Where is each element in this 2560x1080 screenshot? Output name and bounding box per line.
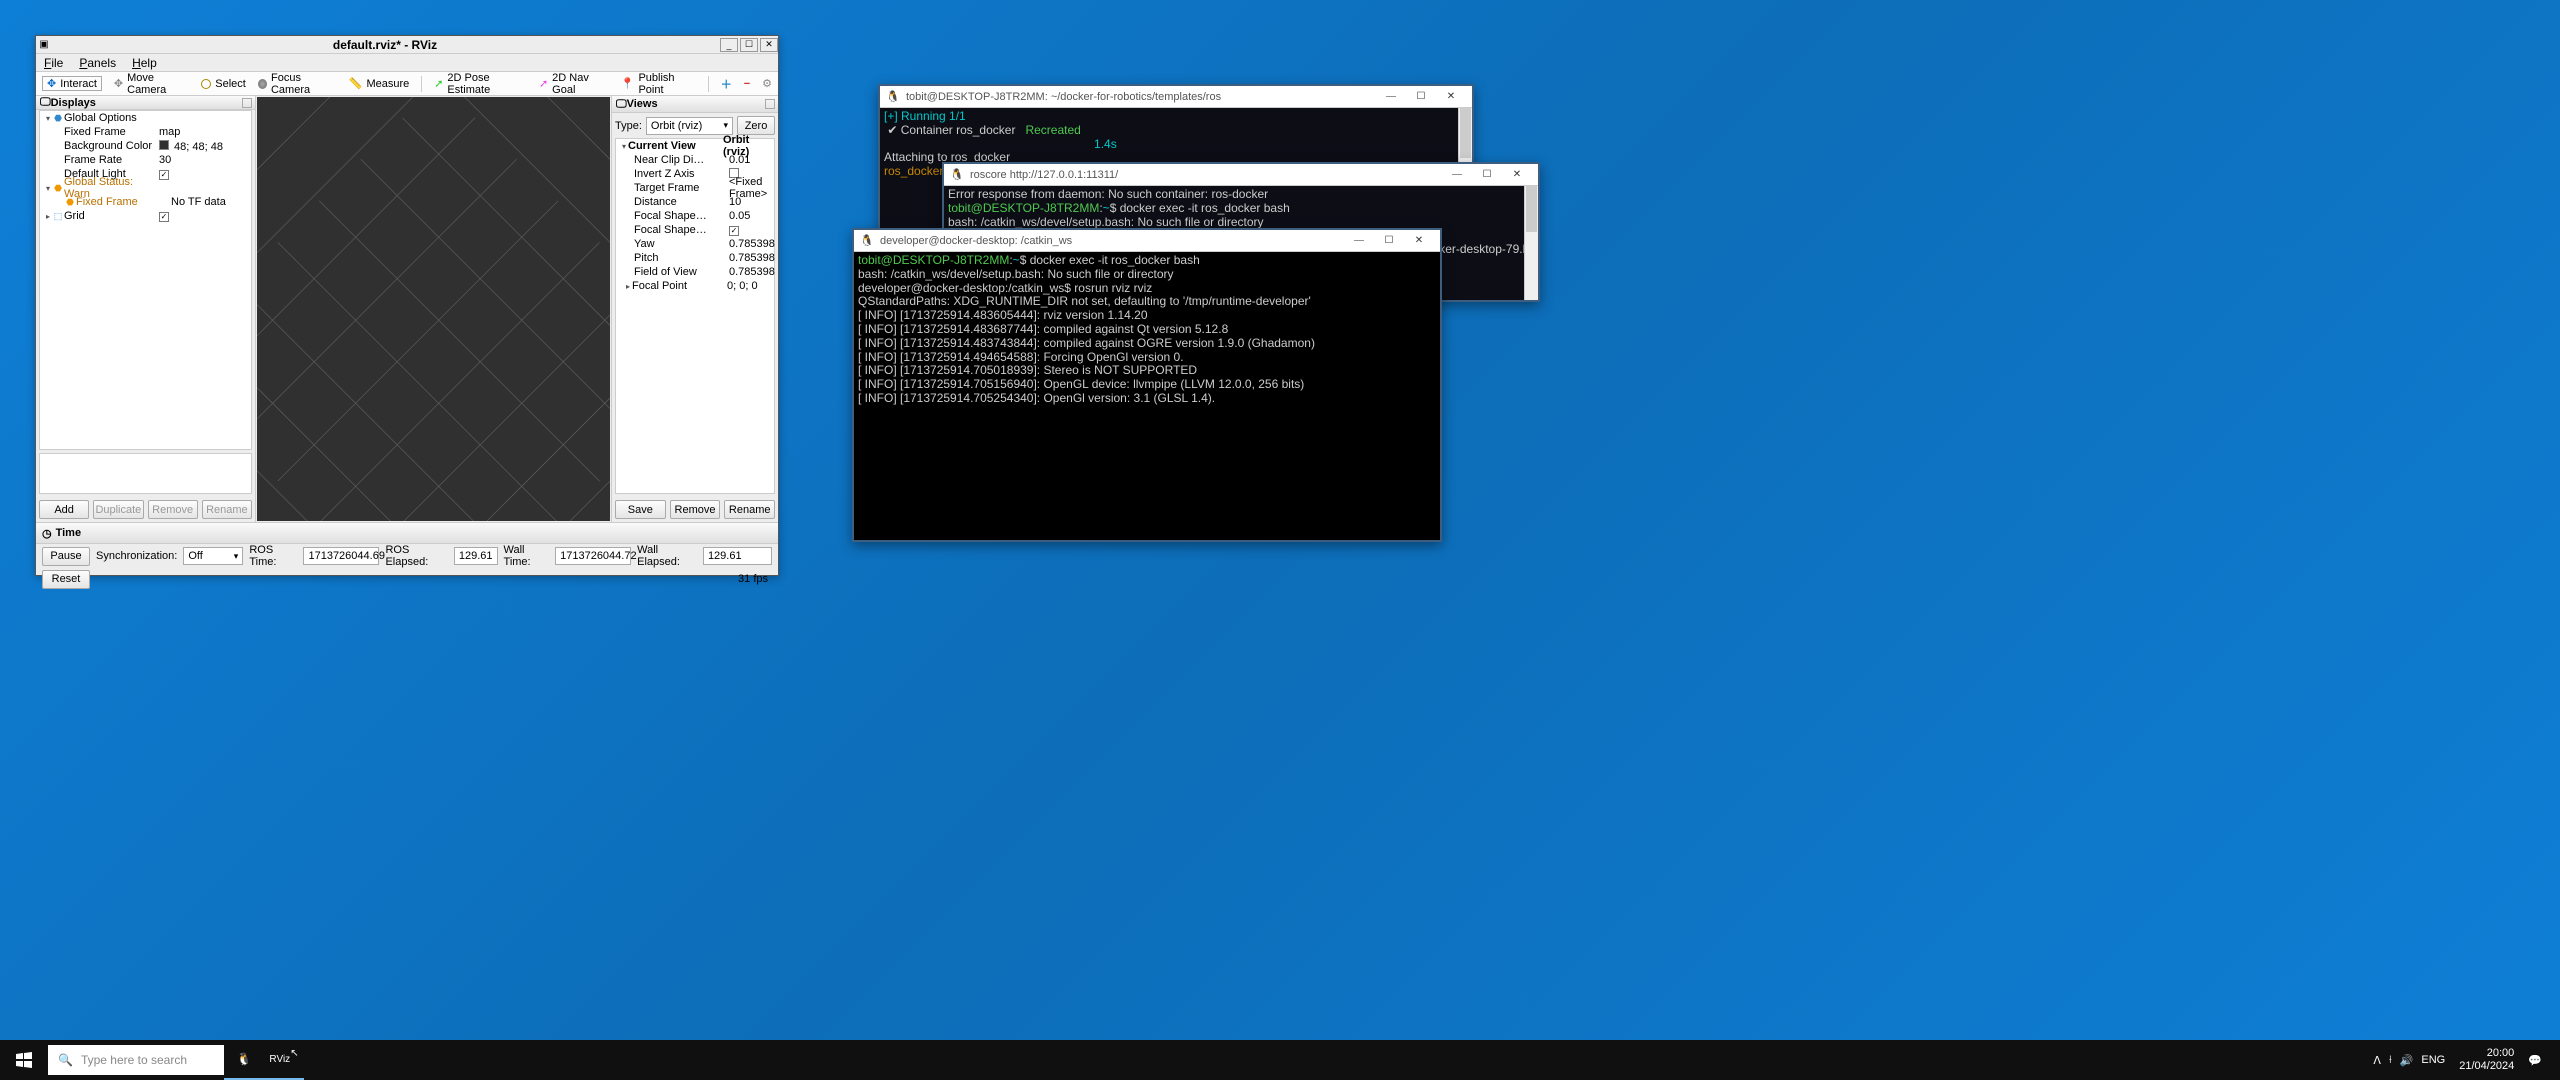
volume-icon[interactable]: 🔊 bbox=[2400, 1054, 2414, 1067]
measure-button[interactable]: 📏Measure bbox=[349, 77, 410, 90]
term3-max[interactable]: ☐ bbox=[1374, 232, 1404, 250]
taskbar-app-rviz[interactable]: RViz↖ bbox=[264, 1040, 304, 1080]
term2-max[interactable]: ☐ bbox=[1472, 166, 1502, 184]
displays-header[interactable]: 🖵 Displays bbox=[36, 96, 255, 110]
penguin-icon: 🐧 bbox=[860, 234, 874, 248]
rename-display-button: Rename bbox=[202, 500, 252, 519]
remove-tool-button[interactable]: − bbox=[744, 78, 750, 90]
focus-camera-button[interactable]: Focus Camera bbox=[258, 72, 337, 96]
term3-min[interactable]: — bbox=[1344, 232, 1374, 250]
term1-title: tobit@DESKTOP-J8TR2MM: ~/docker-for-robo… bbox=[906, 91, 1376, 103]
term1-max[interactable]: ☐ bbox=[1406, 88, 1436, 106]
rostime-field[interactable]: 1713726044.69 bbox=[303, 547, 379, 565]
clock[interactable]: 20:0021/04/2024 bbox=[2453, 1047, 2520, 1073]
menu-panels[interactable]: Panels bbox=[71, 54, 124, 71]
tool-props-button[interactable]: ⚙ bbox=[762, 77, 772, 90]
time-panel-header[interactable]: ◷Time bbox=[36, 522, 778, 544]
pose2d-button[interactable]: ➚2D Pose Estimate bbox=[434, 72, 527, 96]
duplicate-button: Duplicate bbox=[93, 500, 143, 519]
zero-button[interactable]: Zero bbox=[737, 116, 775, 135]
type-label: Type: bbox=[615, 120, 642, 132]
term2-min[interactable]: — bbox=[1442, 166, 1472, 184]
penguin-icon: 🐧 bbox=[950, 168, 964, 182]
nav2d-button[interactable]: ➚2D Nav Goal bbox=[539, 72, 609, 96]
sync-combo[interactable]: Off bbox=[183, 547, 243, 565]
tray-chevron-icon[interactable]: ᐱ bbox=[2373, 1054, 2381, 1067]
maximize-button[interactable]: ☐ bbox=[740, 38, 758, 52]
remove-view-button[interactable]: Remove bbox=[670, 500, 721, 519]
term2-scrollbar[interactable] bbox=[1524, 186, 1538, 300]
notifications-icon[interactable]: 💬 bbox=[2528, 1054, 2542, 1067]
views-tree[interactable]: ▾Current ViewOrbit (rviz) Near Clip Di…0… bbox=[615, 138, 775, 494]
add-button[interactable]: Add bbox=[39, 500, 89, 519]
toolbar: ✥Interact ✥Move Camera Select Focus Came… bbox=[36, 72, 778, 96]
roselapsed-field[interactable]: 129.61 bbox=[454, 547, 498, 565]
app-icon: ▣ bbox=[36, 38, 52, 52]
term2-close[interactable]: ✕ bbox=[1502, 166, 1532, 184]
window-title: default.rviz* - RViz bbox=[52, 38, 718, 52]
term1-min[interactable]: — bbox=[1376, 88, 1406, 106]
close-button[interactable]: ✕ bbox=[760, 38, 778, 52]
search-placeholder: Type here to search bbox=[81, 1053, 187, 1067]
grid-checkbox[interactable]: ✓ bbox=[159, 212, 169, 222]
reset-button[interactable]: Reset bbox=[42, 570, 90, 589]
views-panel: 🖵 Views Type: Orbit (rviz) Zero ▾Current… bbox=[611, 96, 778, 522]
rviz-titlebar[interactable]: ▣ default.rviz* - RViz _ ☐ ✕ bbox=[36, 36, 778, 54]
pause-button[interactable]: Pause bbox=[42, 547, 90, 566]
displays-tree[interactable]: ▾⬣Global Options Fixed Framemap Backgrou… bbox=[39, 110, 252, 450]
focalshape-checkbox[interactable]: ✓ bbox=[729, 226, 739, 236]
system-tray: ᐱ ⟊ 🔊 ENG 20:0021/04/2024 💬 bbox=[2373, 1047, 2560, 1073]
rename-view-button[interactable]: Rename bbox=[724, 500, 775, 519]
lang-indicator[interactable]: ENG bbox=[2421, 1054, 2445, 1066]
terminal-3[interactable]: 🐧 developer@docker-desktop: /catkin_ws —☐… bbox=[852, 228, 1442, 542]
term3-body[interactable]: tobit@DESKTOP-J8TR2MM:~$ docker exec -it… bbox=[854, 252, 1440, 540]
defaultlight-checkbox[interactable]: ✓ bbox=[159, 170, 169, 180]
search-icon: 🔍 bbox=[58, 1053, 73, 1067]
save-view-button[interactable]: Save bbox=[615, 500, 666, 519]
menu-file[interactable]: File bbox=[36, 54, 71, 71]
display-description bbox=[39, 453, 252, 494]
search-box[interactable]: 🔍 Type here to search bbox=[48, 1045, 224, 1075]
fps-label: 31 fps bbox=[738, 573, 768, 585]
3d-view[interactable] bbox=[257, 97, 610, 521]
view-type-combo[interactable]: Orbit (rviz) bbox=[646, 117, 733, 135]
menu-help[interactable]: Help bbox=[124, 54, 165, 71]
wifi-icon[interactable]: ⟊ bbox=[2389, 1054, 2392, 1067]
taskbar-app-1[interactable]: 🐧 bbox=[224, 1040, 264, 1080]
term2-title: roscore http://127.0.0.1:11311/ bbox=[970, 169, 1442, 181]
displays-panel: 🖵 Displays ▾⬣Global Options Fixed Framem… bbox=[36, 96, 256, 522]
penguin-icon: 🐧 bbox=[886, 90, 900, 104]
time-controls: Pause Synchronization: Off ROS Time:1713… bbox=[36, 544, 778, 568]
views-header[interactable]: 🖵 Views bbox=[612, 96, 778, 113]
menubar: File Panels Help bbox=[36, 54, 778, 72]
move-camera-button[interactable]: ✥Move Camera bbox=[114, 72, 189, 96]
rviz-window: ▣ default.rviz* - RViz _ ☐ ✕ File Panels… bbox=[35, 35, 779, 576]
remove-display-button: Remove bbox=[148, 500, 198, 519]
select-button[interactable]: Select bbox=[201, 78, 246, 90]
term1-close[interactable]: ✕ bbox=[1436, 88, 1466, 106]
minimize-button[interactable]: _ bbox=[720, 38, 738, 52]
interact-button[interactable]: ✥Interact bbox=[42, 76, 102, 91]
publish-point-button[interactable]: 📍Publish Point bbox=[621, 72, 696, 96]
term3-title: developer@docker-desktop: /catkin_ws bbox=[880, 235, 1344, 247]
wallelapsed-field[interactable]: 129.61 bbox=[703, 547, 772, 565]
windows-taskbar: 🔍 Type here to search 🐧 RViz↖ ᐱ ⟊ 🔊 ENG … bbox=[0, 1040, 2560, 1080]
term3-close[interactable]: ✕ bbox=[1404, 232, 1434, 250]
add-tool-button[interactable]: ＋ bbox=[721, 76, 732, 92]
start-button[interactable] bbox=[0, 1040, 48, 1080]
walltime-field[interactable]: 1713726044.72 bbox=[555, 547, 631, 565]
